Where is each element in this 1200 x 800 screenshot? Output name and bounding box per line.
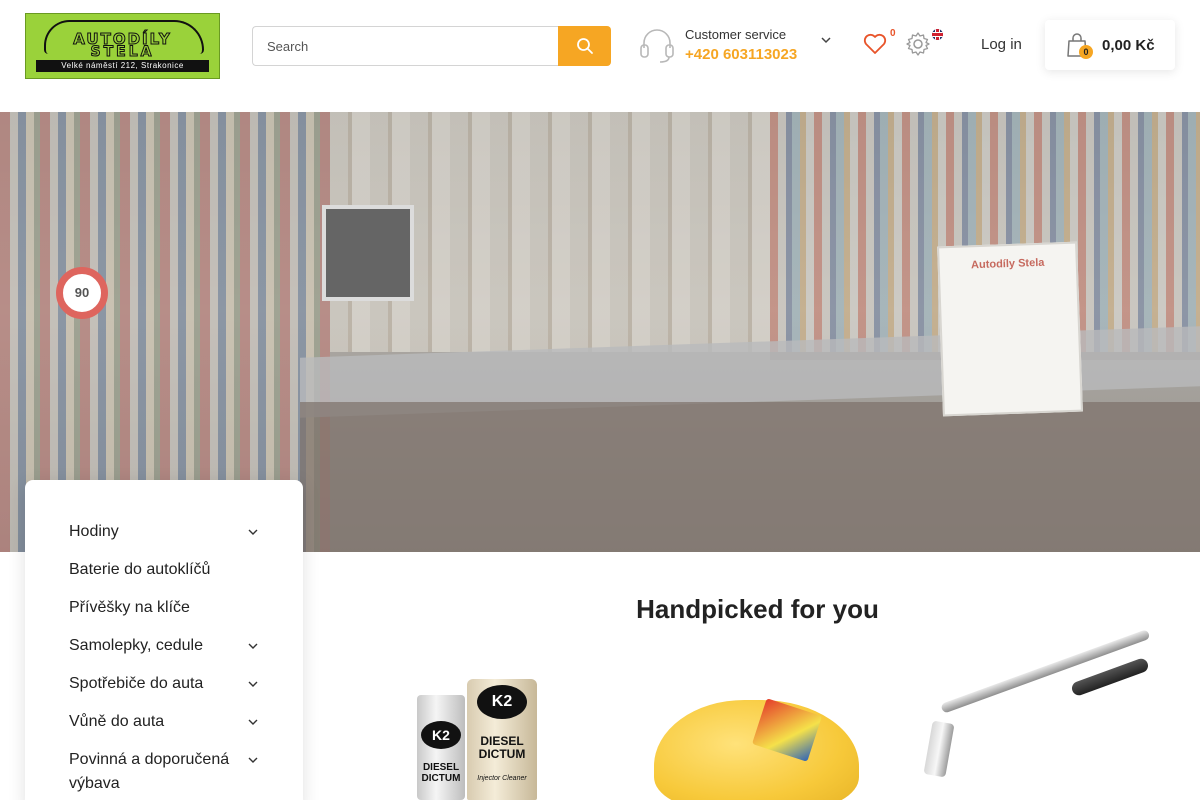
chevron-down-icon[interactable]: [247, 526, 259, 538]
sidebar-item-label: Povinná a doporučená výbava: [69, 751, 230, 792]
sidebar-item-baterie[interactable]: Baterie do autoklíčů: [25, 558, 303, 582]
chevron-down-icon[interactable]: [247, 754, 259, 766]
search-icon: [576, 38, 593, 54]
headset-icon: [640, 29, 674, 63]
product-card-wheel-wrench[interactable]: [920, 629, 1152, 782]
product-card-diesel-dictum[interactable]: K2 DIESEL DICTUM K2 DIESEL DICTUM Inject…: [395, 665, 565, 800]
uk-flag-icon[interactable]: [932, 29, 943, 40]
product-name: DIESEL DICTUM: [478, 734, 526, 761]
sidebar-item-label: Vůně do auta: [69, 713, 165, 730]
product-brand-small: K2: [421, 721, 461, 749]
sidebar-item-label: Samolepky, cedule: [69, 637, 203, 654]
chevron-down-icon[interactable]: [247, 678, 259, 690]
chevron-down-icon[interactable]: [247, 716, 259, 728]
search-bar: [252, 26, 611, 66]
product-image-sponge: [654, 700, 859, 800]
login-link[interactable]: Log in: [981, 36, 1022, 53]
sidebar-item-privesky[interactable]: Přívěšky na klíče: [25, 596, 303, 620]
product-image-wrench-socket: [923, 720, 955, 778]
sidebar-item-samolepky[interactable]: Samolepky, cedule: [25, 634, 303, 658]
chevron-down-icon[interactable]: [818, 32, 834, 48]
sidebar-item-label: Hodiny: [69, 523, 119, 540]
customer-service-phone[interactable]: +420 603113023: [685, 46, 797, 63]
customer-service-label: Customer service: [685, 27, 787, 42]
sidebar-item-hodiny[interactable]: Hodiny: [25, 520, 303, 544]
sidebar-item-vune[interactable]: Vůně do auta: [25, 710, 303, 734]
heart-icon[interactable]: [862, 31, 888, 57]
product-card-sponge[interactable]: [650, 692, 862, 800]
site-logo[interactable]: AUTODÍLY STELA Velké náměstí 212, Strako…: [25, 13, 220, 79]
sidebar-item-spotrebice[interactable]: Spotřebiče do auta: [25, 672, 303, 696]
sidebar-item-vybava[interactable]: Povinná a doporučená výbava: [25, 748, 303, 796]
product-brand: K2: [477, 685, 527, 719]
sidebar-item-label: Baterie do autoklíčů: [69, 561, 211, 578]
chevron-down-icon[interactable]: [247, 640, 259, 652]
product-subtitle: Injector Cleaner: [477, 775, 527, 782]
category-sidebar: Hodiny Baterie do autoklíčů Přívěšky na …: [25, 480, 303, 800]
sidebar-item-label: Přívěšky na klíče: [69, 599, 190, 616]
product-name-small: DIESEL DICTUM: [421, 762, 461, 784]
section-title: Handpicked for you: [636, 594, 879, 624]
search-button[interactable]: [558, 26, 611, 66]
search-input[interactable]: [252, 26, 559, 66]
site-header: AUTODÍLY STELA Velké náměstí 212, Strako…: [0, 0, 1200, 112]
logo-line2: STELA: [90, 44, 155, 61]
cart-total: 0,00 Kč: [1102, 37, 1155, 54]
wishlist-count: 0: [890, 28, 896, 39]
logo-address: Velké náměstí 212, Strakonice: [36, 60, 209, 72]
gear-icon[interactable]: [905, 31, 931, 57]
cart-button[interactable]: 0 0,00 Kč: [1045, 20, 1175, 70]
cart-count-badge: 0: [1079, 45, 1093, 59]
sidebar-item-label: Spotřebiče do auta: [69, 675, 204, 692]
